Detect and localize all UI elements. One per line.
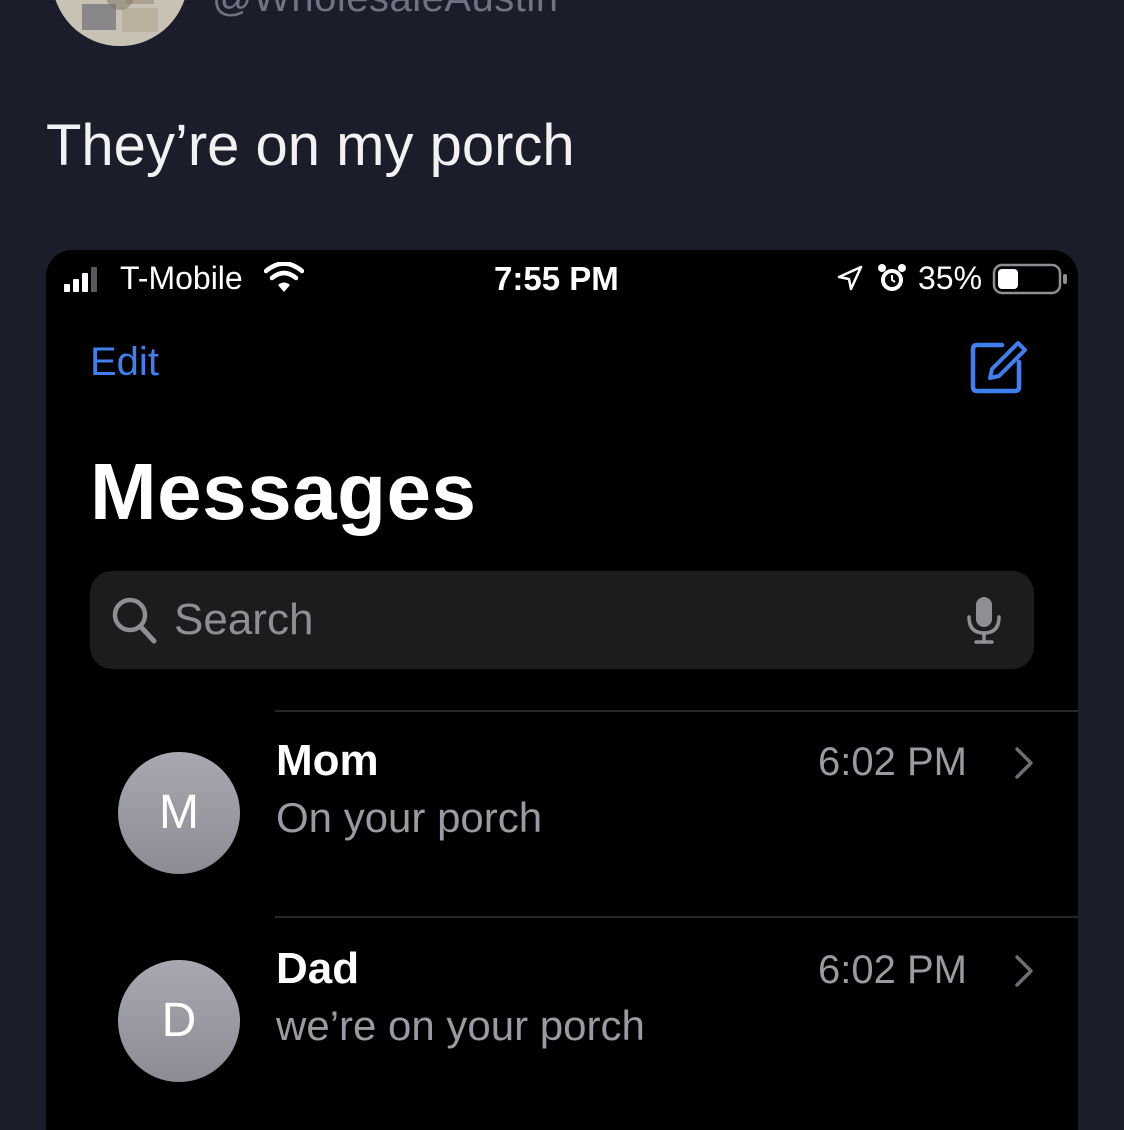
tweet-text: They’re on my porch (46, 113, 575, 178)
page-title: Messages (90, 447, 477, 536)
conversation-row-dad[interactable]: D Dad we’re on your porch 6:02 PM (46, 918, 1078, 1126)
phone-screenshot: T-Mobile 7:55 PM 35% Edit Messages Searc… (46, 250, 1078, 1130)
chevron-right-icon (1015, 955, 1033, 987)
alarm-icon (878, 264, 906, 291)
carrier-name: T-Mobile (120, 260, 243, 296)
search-bar[interactable] (90, 571, 1034, 669)
chevron-right-icon (1015, 747, 1033, 779)
profile-photo (52, 0, 188, 46)
edit-button[interactable]: Edit (90, 340, 159, 385)
status-bar: T-Mobile 7:55 PM 35% (46, 250, 1078, 310)
contact-avatar: D (118, 960, 240, 1082)
conversation-row-mom[interactable]: M Mom On your porch 6:02 PM (46, 712, 1078, 920)
wifi-icon (264, 262, 304, 292)
search-input[interactable] (174, 594, 934, 646)
message-preview: On your porch (276, 794, 543, 841)
contact-name: Mom (276, 736, 379, 785)
mic-icon[interactable] (964, 595, 1004, 645)
message-time: 6:02 PM (818, 948, 967, 992)
contact-name: Dad (276, 944, 360, 993)
message-preview: we’re on your porch (276, 1002, 645, 1049)
status-time: 7:55 PM (494, 260, 619, 297)
battery-icon (992, 263, 1067, 295)
compose-icon[interactable] (968, 336, 1028, 396)
signal-icon (64, 267, 97, 292)
location-icon (837, 265, 863, 291)
battery-percent: 35% (918, 260, 983, 296)
search-icon (112, 597, 157, 644)
user-handle[interactable]: @WholesaleAustin (212, 0, 559, 21)
message-time: 6:02 PM (818, 740, 967, 784)
contact-avatar: M (118, 752, 240, 874)
profile-avatar[interactable] (52, 0, 188, 46)
